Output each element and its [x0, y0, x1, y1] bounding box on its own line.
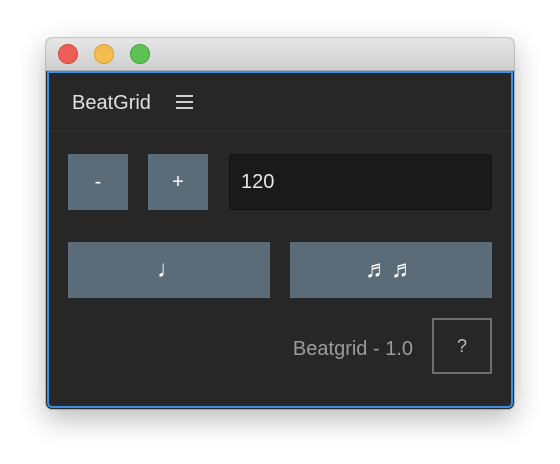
app-window: BeatGrid - + ♩ ♬♬ Beatgrid - 1.0 ?	[46, 38, 514, 409]
sixteenth-note-grid-button[interactable]: ♬♬	[290, 242, 492, 298]
extension-panel: BeatGrid - + ♩ ♬♬ Beatgrid - 1.0 ?	[47, 71, 513, 408]
version-label: Beatgrid - 1.0	[292, 338, 413, 360]
increase-tempo-button[interactable]: +	[148, 154, 208, 210]
panel-header: BeatGrid	[49, 73, 511, 130]
window-titlebar[interactable]	[46, 38, 514, 71]
decrease-tempo-button[interactable]: -	[68, 154, 128, 210]
hamburger-menu-icon[interactable]	[176, 95, 193, 109]
quarter-note-grid-button[interactable]: ♩	[68, 242, 270, 298]
bpm-input[interactable]	[229, 154, 492, 210]
app-title: BeatGrid	[72, 92, 151, 114]
minimize-dot-icon[interactable]	[94, 44, 114, 64]
maximize-dot-icon[interactable]	[130, 44, 150, 64]
help-button[interactable]: ?	[432, 318, 492, 374]
close-dot-icon[interactable]	[58, 44, 78, 64]
